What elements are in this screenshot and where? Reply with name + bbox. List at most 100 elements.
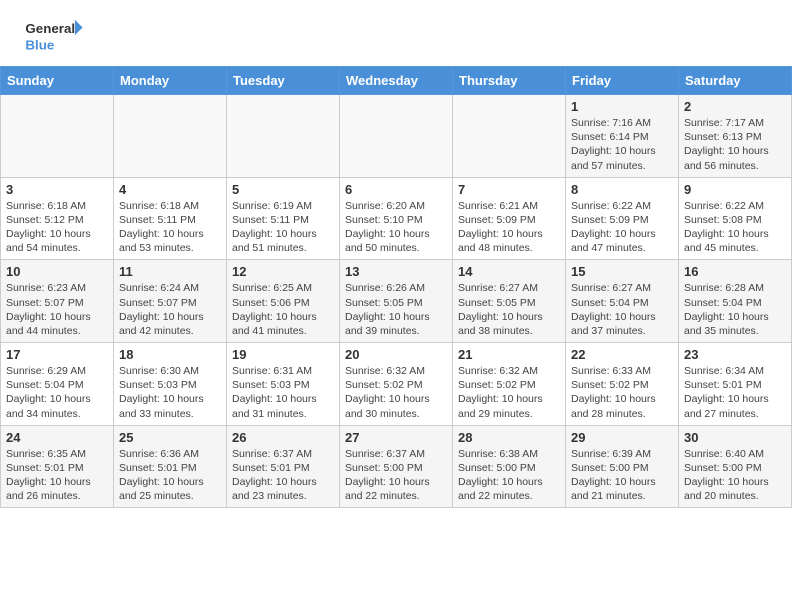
- calendar-cell: 20 Sunrise: 6:32 AM Sunset: 5:02 PM Dayli…: [340, 343, 453, 426]
- day-info: Sunrise: 6:18 AM Sunset: 5:12 PM Dayligh…: [6, 199, 108, 256]
- calendar-cell: 30 Sunrise: 6:40 AM Sunset: 5:00 PM Dayli…: [679, 425, 792, 508]
- day-info: Sunrise: 6:34 AM Sunset: 5:01 PM Dayligh…: [684, 364, 786, 421]
- day-number: 11: [119, 264, 221, 279]
- calendar-cell: [227, 95, 340, 178]
- calendar-cell: 18 Sunrise: 6:30 AM Sunset: 5:03 PM Dayli…: [114, 343, 227, 426]
- day-info: Sunrise: 6:38 AM Sunset: 5:00 PM Dayligh…: [458, 447, 560, 504]
- day-number: 27: [345, 430, 447, 445]
- day-info: Sunrise: 6:29 AM Sunset: 5:04 PM Dayligh…: [6, 364, 108, 421]
- day-info: Sunrise: 6:26 AM Sunset: 5:05 PM Dayligh…: [345, 281, 447, 338]
- day-info: Sunrise: 6:35 AM Sunset: 5:01 PM Dayligh…: [6, 447, 108, 504]
- weekday-sunday: Sunday: [1, 67, 114, 95]
- calendar-cell: 3 Sunrise: 6:18 AM Sunset: 5:12 PM Daylig…: [1, 177, 114, 260]
- day-number: 19: [232, 347, 334, 362]
- day-number: 25: [119, 430, 221, 445]
- day-info: Sunrise: 6:22 AM Sunset: 5:09 PM Dayligh…: [571, 199, 673, 256]
- calendar-cell: [340, 95, 453, 178]
- calendar-cell: [453, 95, 566, 178]
- calendar-cell: 21 Sunrise: 6:32 AM Sunset: 5:02 PM Dayli…: [453, 343, 566, 426]
- page-header: General Blue: [0, 0, 792, 66]
- day-info: Sunrise: 6:37 AM Sunset: 5:01 PM Dayligh…: [232, 447, 334, 504]
- calendar-week-5: 24 Sunrise: 6:35 AM Sunset: 5:01 PM Dayli…: [1, 425, 792, 508]
- calendar-cell: [114, 95, 227, 178]
- day-number: 22: [571, 347, 673, 362]
- day-number: 18: [119, 347, 221, 362]
- day-info: Sunrise: 6:32 AM Sunset: 5:02 PM Dayligh…: [458, 364, 560, 421]
- day-number: 5: [232, 182, 334, 197]
- day-info: Sunrise: 6:40 AM Sunset: 5:00 PM Dayligh…: [684, 447, 786, 504]
- calendar-cell: 12Sunrise: 6:25 AM Sunset: 5:06 PM Dayli…: [227, 260, 340, 343]
- day-number: 4: [119, 182, 221, 197]
- calendar-cell: 27 Sunrise: 6:37 AM Sunset: 5:00 PM Dayli…: [340, 425, 453, 508]
- day-number: 16: [684, 264, 786, 279]
- calendar-cell: 22Sunrise: 6:33 AM Sunset: 5:02 PM Dayli…: [566, 343, 679, 426]
- day-info: Sunrise: 6:28 AM Sunset: 5:04 PM Dayligh…: [684, 281, 786, 338]
- calendar-week-2: 3 Sunrise: 6:18 AM Sunset: 5:12 PM Daylig…: [1, 177, 792, 260]
- day-info: Sunrise: 6:30 AM Sunset: 5:03 PM Dayligh…: [119, 364, 221, 421]
- day-number: 20: [345, 347, 447, 362]
- day-info: Sunrise: 6:21 AM Sunset: 5:09 PM Dayligh…: [458, 199, 560, 256]
- svg-text:Blue: Blue: [25, 37, 54, 52]
- calendar-cell: 13 Sunrise: 6:26 AM Sunset: 5:05 PM Dayli…: [340, 260, 453, 343]
- day-info: Sunrise: 6:20 AM Sunset: 5:10 PM Dayligh…: [345, 199, 447, 256]
- day-number: 3: [6, 182, 108, 197]
- calendar-cell: 1 Sunrise: 7:16 AM Sunset: 6:14 PM Daylig…: [566, 95, 679, 178]
- day-number: 28: [458, 430, 560, 445]
- weekday-monday: Monday: [114, 67, 227, 95]
- weekday-saturday: Saturday: [679, 67, 792, 95]
- day-info: Sunrise: 6:32 AM Sunset: 5:02 PM Dayligh…: [345, 364, 447, 421]
- day-number: 21: [458, 347, 560, 362]
- day-info: Sunrise: 6:37 AM Sunset: 5:00 PM Dayligh…: [345, 447, 447, 504]
- day-number: 13: [345, 264, 447, 279]
- weekday-header-row: SundayMondayTuesdayWednesdayThursdayFrid…: [1, 67, 792, 95]
- day-info: Sunrise: 6:18 AM Sunset: 5:11 PM Dayligh…: [119, 199, 221, 256]
- day-info: Sunrise: 6:22 AM Sunset: 5:08 PM Dayligh…: [684, 199, 786, 256]
- day-info: Sunrise: 6:36 AM Sunset: 5:01 PM Dayligh…: [119, 447, 221, 504]
- calendar-cell: 7Sunrise: 6:21 AM Sunset: 5:09 PM Daylig…: [453, 177, 566, 260]
- calendar-cell: 4 Sunrise: 6:18 AM Sunset: 5:11 PM Daylig…: [114, 177, 227, 260]
- svg-text:General: General: [25, 21, 75, 36]
- calendar-cell: 16 Sunrise: 6:28 AM Sunset: 5:04 PM Dayli…: [679, 260, 792, 343]
- calendar-table: SundayMondayTuesdayWednesdayThursdayFrid…: [0, 66, 792, 508]
- calendar-cell: 2 Sunrise: 7:17 AM Sunset: 6:13 PM Daylig…: [679, 95, 792, 178]
- day-number: 2: [684, 99, 786, 114]
- weekday-wednesday: Wednesday: [340, 67, 453, 95]
- day-number: 9: [684, 182, 786, 197]
- calendar-cell: 14Sunrise: 6:27 AM Sunset: 5:05 PM Dayli…: [453, 260, 566, 343]
- calendar-cell: 24 Sunrise: 6:35 AM Sunset: 5:01 PM Dayli…: [1, 425, 114, 508]
- day-number: 15: [571, 264, 673, 279]
- weekday-friday: Friday: [566, 67, 679, 95]
- day-number: 1: [571, 99, 673, 114]
- day-info: Sunrise: 6:39 AM Sunset: 5:00 PM Dayligh…: [571, 447, 673, 504]
- calendar-cell: 11Sunrise: 6:24 AM Sunset: 5:07 PM Dayli…: [114, 260, 227, 343]
- calendar-cell: 10Sunrise: 6:23 AM Sunset: 5:07 PM Dayli…: [1, 260, 114, 343]
- day-info: Sunrise: 7:16 AM Sunset: 6:14 PM Dayligh…: [571, 116, 673, 173]
- calendar-cell: 25 Sunrise: 6:36 AM Sunset: 5:01 PM Dayli…: [114, 425, 227, 508]
- day-number: 24: [6, 430, 108, 445]
- day-number: 26: [232, 430, 334, 445]
- weekday-thursday: Thursday: [453, 67, 566, 95]
- calendar-cell: 26 Sunrise: 6:37 AM Sunset: 5:01 PM Dayli…: [227, 425, 340, 508]
- calendar-cell: 5Sunrise: 6:19 AM Sunset: 5:11 PM Daylig…: [227, 177, 340, 260]
- calendar-cell: 19Sunrise: 6:31 AM Sunset: 5:03 PM Dayli…: [227, 343, 340, 426]
- day-info: Sunrise: 6:25 AM Sunset: 5:06 PM Dayligh…: [232, 281, 334, 338]
- logo: General Blue: [24, 18, 84, 58]
- day-number: 23: [684, 347, 786, 362]
- calendar-cell: 23 Sunrise: 6:34 AM Sunset: 5:01 PM Dayli…: [679, 343, 792, 426]
- calendar-cell: 17 Sunrise: 6:29 AM Sunset: 5:04 PM Dayli…: [1, 343, 114, 426]
- calendar-body: 1 Sunrise: 7:16 AM Sunset: 6:14 PM Daylig…: [1, 95, 792, 508]
- calendar-week-4: 17 Sunrise: 6:29 AM Sunset: 5:04 PM Dayli…: [1, 343, 792, 426]
- day-info: Sunrise: 6:23 AM Sunset: 5:07 PM Dayligh…: [6, 281, 108, 338]
- day-info: Sunrise: 6:27 AM Sunset: 5:04 PM Dayligh…: [571, 281, 673, 338]
- day-info: Sunrise: 7:17 AM Sunset: 6:13 PM Dayligh…: [684, 116, 786, 173]
- day-number: 8: [571, 182, 673, 197]
- day-info: Sunrise: 6:27 AM Sunset: 5:05 PM Dayligh…: [458, 281, 560, 338]
- logo-icon: General Blue: [24, 18, 84, 58]
- day-number: 17: [6, 347, 108, 362]
- calendar-cell: 15 Sunrise: 6:27 AM Sunset: 5:04 PM Dayli…: [566, 260, 679, 343]
- day-number: 30: [684, 430, 786, 445]
- calendar-cell: [1, 95, 114, 178]
- calendar-cell: 8 Sunrise: 6:22 AM Sunset: 5:09 PM Daylig…: [566, 177, 679, 260]
- day-number: 29: [571, 430, 673, 445]
- calendar-cell: 28 Sunrise: 6:38 AM Sunset: 5:00 PM Dayli…: [453, 425, 566, 508]
